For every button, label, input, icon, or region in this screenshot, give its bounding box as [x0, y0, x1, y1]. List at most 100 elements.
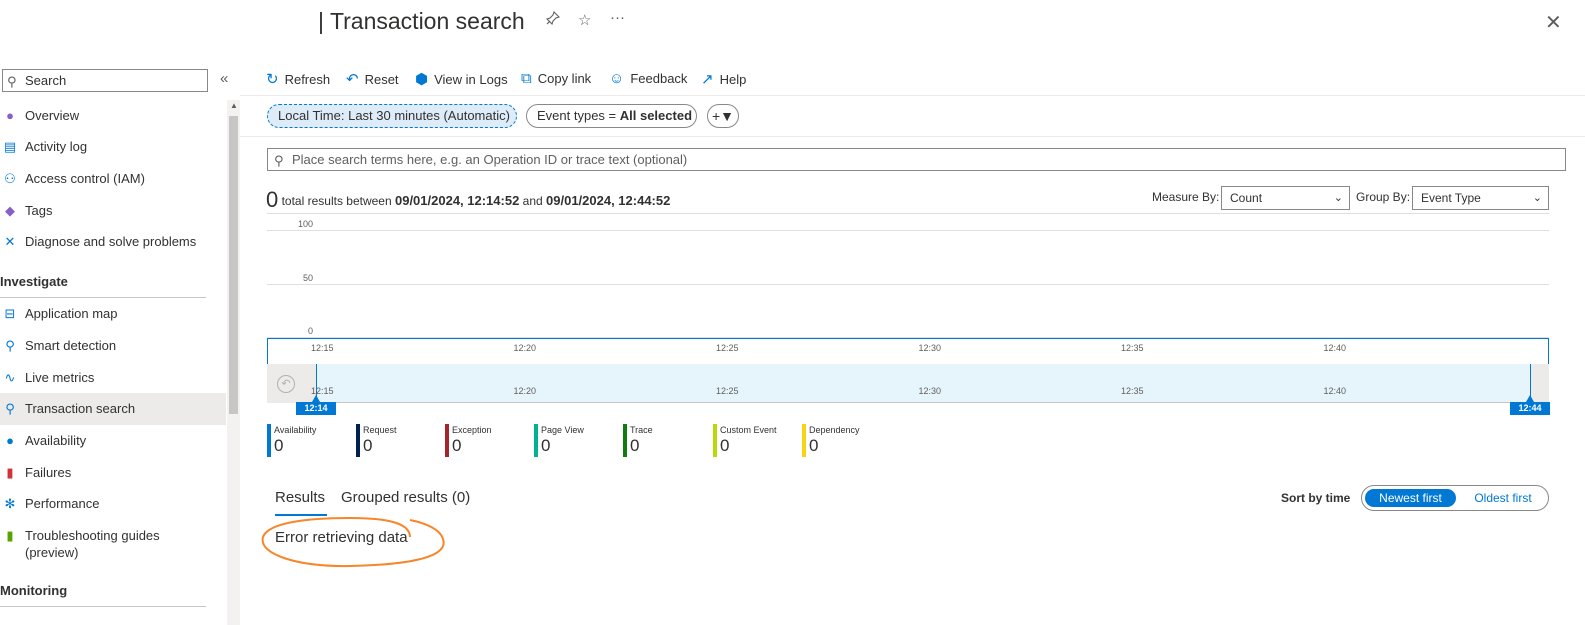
copy-link-button[interactable]: ⧉ Copy link: [521, 70, 591, 87]
legend-name: Trace: [630, 425, 653, 435]
sidebar-item-overview[interactable]: ● Overview: [0, 100, 226, 132]
sidebar-search-input[interactable]: ⚲ Search: [2, 69, 208, 92]
brush-handle-start[interactable]: 12:14: [296, 402, 336, 415]
reset-button[interactable]: ↶ Reset: [346, 70, 399, 88]
brush-x-tick: 12:20: [513, 386, 537, 396]
add-filter-button[interactable]: +▼: [707, 104, 739, 128]
view-in-logs-button[interactable]: ⬢ View in Logs: [415, 70, 508, 88]
legend-color-bar: [445, 424, 449, 457]
application-map-icon: ⊟: [4, 306, 16, 321]
collapse-sidebar-icon[interactable]: «: [220, 70, 228, 87]
star-icon[interactable]: ☆: [578, 11, 591, 29]
refresh-button[interactable]: ↻ Refresh: [266, 70, 330, 88]
smart-detection-icon: ⚲: [5, 338, 15, 353]
sidebar-item-live-metrics[interactable]: ∿ Live metrics: [0, 362, 226, 394]
close-icon[interactable]: ✕: [1545, 10, 1562, 35]
copy-icon: ⧉: [521, 70, 532, 87]
gridline: [267, 284, 1549, 285]
oldest-first-option[interactable]: Oldest first: [1462, 489, 1544, 507]
event-types-filter[interactable]: Event types = All selected: [526, 104, 697, 128]
transaction-search-input[interactable]: ⚲ Place search terms here, e.g. an Opera…: [267, 148, 1566, 171]
sidebar-item-smart-detection[interactable]: ⚲ Smart detection: [0, 330, 226, 362]
legend-color-bar: [623, 424, 627, 457]
chevron-down-icon: ⌄: [1532, 192, 1542, 204]
legend-name: Availability: [274, 425, 317, 435]
legend-item[interactable]: Page View 0: [534, 424, 614, 458]
results-summary: 0 total results between 09/01/2024, 12:1…: [266, 187, 671, 212]
legend-color-bar: [267, 424, 271, 457]
sidebar-item-diagnose[interactable]: ✕ Diagnose and solve problems: [0, 226, 226, 258]
sidebar-item-activity-log[interactable]: ▤ Activity log: [0, 131, 226, 163]
section-heading-investigate: Investigate: [0, 274, 68, 289]
legend-color-bar: [534, 424, 538, 457]
measure-by-select[interactable]: Count ⌄: [1221, 186, 1350, 210]
time-range-filter[interactable]: Local Time: Last 30 minutes (Automatic): [267, 104, 517, 128]
sort-toggle[interactable]: Newest first Oldest first: [1361, 485, 1549, 511]
globe-icon: ●: [6, 433, 14, 448]
group-by-select[interactable]: Event Type ⌄: [1412, 186, 1549, 210]
x-tick: 12:30: [918, 343, 942, 353]
legend-item[interactable]: Dependency 0: [802, 424, 882, 458]
brush-x-tick: 12:35: [1121, 386, 1144, 396]
brush-x-tick: 12:40: [1323, 386, 1347, 396]
pin-icon[interactable]: [545, 10, 561, 29]
brush-handle-end[interactable]: 12:44: [1510, 402, 1550, 415]
tab-results[interactable]: Results: [275, 489, 325, 506]
access-control-icon: ⚇: [4, 171, 16, 186]
undo-zoom-icon[interactable]: ↶: [277, 375, 295, 393]
feedback-icon: ☺: [609, 70, 625, 87]
legend-value: 0: [541, 436, 551, 455]
x-tick: 12:15: [311, 343, 334, 353]
x-tick: 12:40: [1323, 343, 1347, 353]
feedback-button[interactable]: ☺ Feedback: [609, 70, 687, 87]
annotation-circle: [260, 515, 452, 576]
legend-item[interactable]: Availability 0: [267, 424, 347, 458]
x-tick: 12:35: [1121, 343, 1144, 353]
y-tick: 100: [297, 219, 313, 229]
sidebar-item-application-map[interactable]: ⊟ Application map: [0, 298, 226, 330]
sidebar-item-performance[interactable]: ✻ Performance: [0, 488, 226, 520]
more-icon[interactable]: ···: [610, 9, 625, 26]
chart-top-line: [267, 213, 1549, 214]
legend-item[interactable]: Trace 0: [623, 424, 703, 458]
chevron-down-icon: ⌄: [1333, 192, 1343, 204]
brush-x-tick: 12:30: [918, 386, 942, 396]
gridline: [267, 230, 1549, 231]
scroll-up-icon[interactable]: ▲: [230, 101, 238, 110]
tab-grouped-results[interactable]: Grouped results (0): [341, 489, 470, 506]
page-title: | Transaction search: [318, 8, 525, 34]
legend-value: 0: [630, 436, 640, 455]
x-tick: 12:25: [716, 343, 739, 353]
wrench-icon: ✕: [4, 234, 16, 249]
newest-first-option[interactable]: Newest first: [1365, 489, 1456, 507]
sidebar-item-troubleshooting[interactable]: ▮ Troubleshooting guides (preview): [0, 520, 226, 560]
legend-value: 0: [720, 436, 730, 455]
help-icon: ↗: [701, 71, 714, 88]
legend-name: Request: [363, 425, 397, 435]
logs-icon: ⬢: [415, 71, 429, 88]
legend-item[interactable]: Exception 0: [445, 424, 525, 458]
legend-color-bar: [356, 424, 360, 457]
sidebar-item-access-control[interactable]: ⚇ Access control (IAM): [0, 163, 226, 195]
filter-divider: [240, 136, 1585, 137]
time-brush-band[interactable]: [267, 364, 1549, 403]
legend-value: 0: [363, 436, 373, 455]
search-icon: ⚲: [7, 74, 17, 89]
reset-icon: ↶: [346, 71, 359, 88]
time-brush-frame[interactable]: [267, 338, 1549, 365]
sidebar-scroll-thumb[interactable]: [229, 116, 238, 414]
legend-name: Page View: [541, 425, 584, 435]
legend-item[interactable]: Custom Event 0: [713, 424, 793, 458]
search-icon: ⚲: [274, 153, 284, 168]
legend-name: Custom Event: [720, 425, 777, 435]
help-button[interactable]: ↗ Help: [701, 70, 746, 88]
tag-icon: ◆: [5, 203, 15, 218]
sidebar-item-transaction-search[interactable]: ⚲ Transaction search: [0, 393, 226, 425]
sidebar-item-failures[interactable]: ▮ Failures: [0, 457, 226, 489]
x-tick: 12:20: [513, 343, 537, 353]
sidebar-item-tags[interactable]: ◆ Tags: [0, 195, 226, 227]
section-divider: [0, 606, 206, 607]
sidebar-item-availability[interactable]: ● Availability: [0, 425, 226, 457]
overview-icon: ●: [6, 108, 14, 123]
legend-item[interactable]: Request 0: [356, 424, 436, 458]
